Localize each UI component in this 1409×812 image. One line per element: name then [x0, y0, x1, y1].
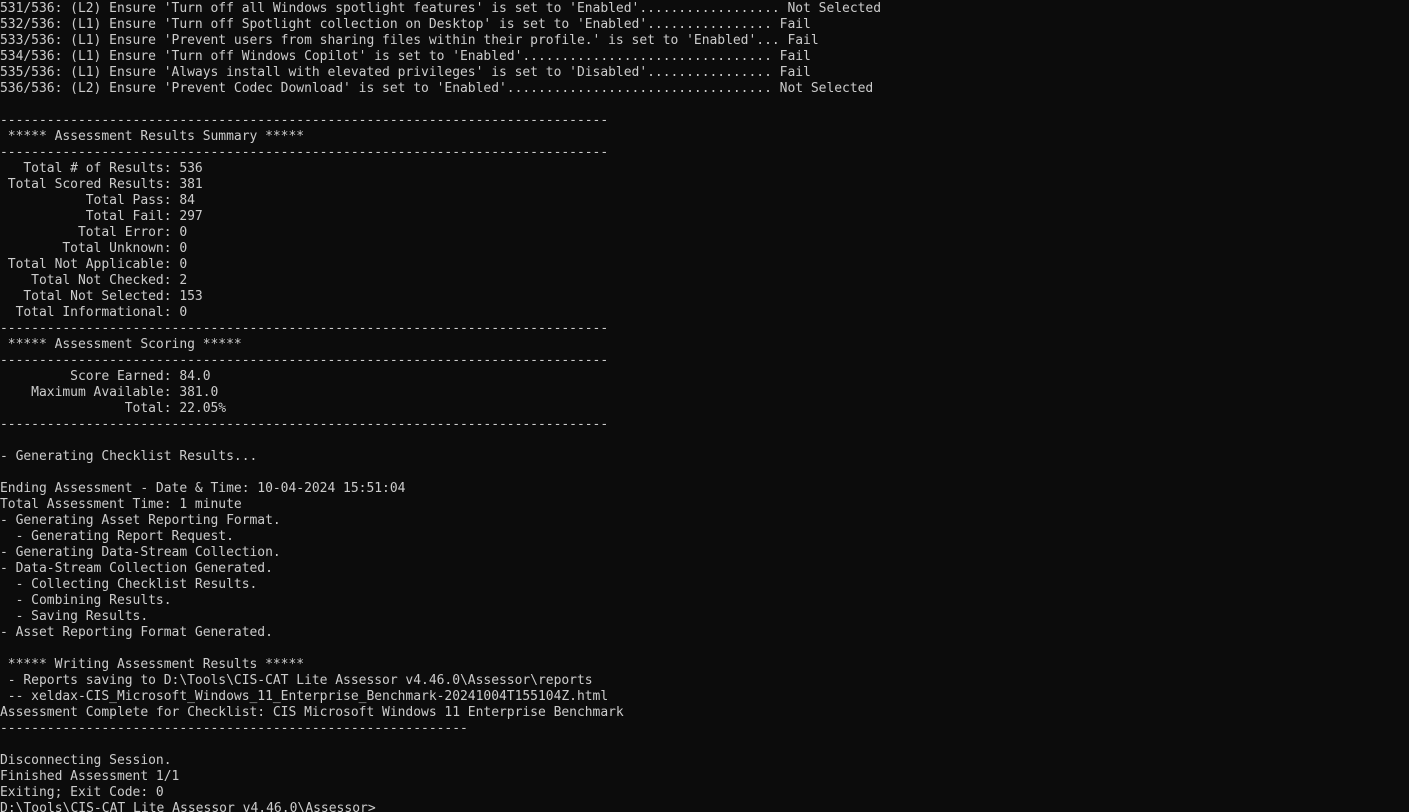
command-prompt-line[interactable]: D:\Tools\CIS-CAT Lite Assessor v4.46.0\A… [0, 801, 1409, 812]
output-line: - Combining Results. [0, 593, 172, 608]
output-line: Total Pass: 84 [0, 193, 195, 208]
output-line: - Saving Results. [0, 609, 149, 624]
output-line: Total # of Results: 536 [0, 161, 203, 176]
output-line: Exiting; Exit Code: 0 [0, 785, 164, 800]
output-line: ***** Assessment Scoring ***** [0, 337, 242, 352]
output-line: 535/536: (L1) Ensure 'Always install wit… [0, 65, 811, 80]
output-line: ----------------------------------------… [0, 321, 609, 336]
output-line: Total: 22.05% [0, 401, 227, 416]
output-line: ***** Writing Assessment Results ***** [0, 657, 305, 672]
output-line: Disconnecting Session. [0, 753, 172, 768]
output-line: -- xeldax-CIS_Microsoft_Windows_11_Enter… [0, 689, 609, 704]
output-line: ----------------------------------------… [0, 113, 609, 128]
output-line: Total Informational: 0 [0, 305, 188, 320]
output-line: Total Not Selected: 153 [0, 289, 203, 304]
terminal-lines: 531/536: (L2) Ensure 'Turn off all Windo… [0, 1, 1409, 801]
output-line: - Collecting Checklist Results. [0, 577, 258, 592]
output-line: Total Not Checked: 2 [0, 273, 188, 288]
output-line: 536/536: (L2) Ensure 'Prevent Codec Down… [0, 81, 874, 96]
output-line: - Generating Data-Stream Collection. [0, 545, 281, 560]
output-line: ----------------------------------------… [0, 145, 609, 160]
prompt-text: D:\Tools\CIS-CAT Lite Assessor v4.46.0\A… [0, 801, 376, 812]
output-line: 533/536: (L1) Ensure 'Prevent users from… [0, 33, 819, 48]
output-line: - Generating Asset Reporting Format. [0, 513, 281, 528]
output-line: - Asset Reporting Format Generated. [0, 625, 273, 640]
output-line: ----------------------------------------… [0, 417, 609, 432]
output-line: Total Scored Results: 381 [0, 177, 203, 192]
output-line: Total Error: 0 [0, 225, 188, 240]
output-line: ----------------------------------------… [0, 353, 609, 368]
output-line: - Generating Checklist Results... [0, 449, 258, 464]
output-line: Total Not Applicable: 0 [0, 257, 188, 272]
output-line: ----------------------------------------… [0, 721, 468, 736]
output-line: Finished Assessment 1/1 [0, 769, 180, 784]
output-line: Total Fail: 297 [0, 209, 203, 224]
output-line: Maximum Available: 381.0 [0, 385, 219, 400]
output-line: Total Assessment Time: 1 minute [0, 497, 242, 512]
output-line: - Data-Stream Collection Generated. [0, 561, 273, 576]
output-line: 532/536: (L1) Ensure 'Turn off Spotlight… [0, 17, 811, 32]
output-line: Assessment Complete for Checklist: CIS M… [0, 705, 624, 720]
output-line: - Reports saving to D:\Tools\CIS-CAT Lit… [0, 673, 593, 688]
output-line: 531/536: (L2) Ensure 'Turn off all Windo… [0, 1, 882, 16]
output-line: Ending Assessment - Date & Time: 10-04-2… [0, 481, 406, 496]
output-line: 534/536: (L1) Ensure 'Turn off Windows C… [0, 49, 811, 64]
output-line: - Generating Report Request. [0, 529, 234, 544]
output-line: Score Earned: 84.0 [0, 369, 211, 384]
output-line: ***** Assessment Results Summary ***** [0, 129, 305, 144]
output-line: Total Unknown: 0 [0, 241, 188, 256]
terminal-output[interactable]: 531/536: (L2) Ensure 'Turn off all Windo… [0, 0, 1409, 812]
